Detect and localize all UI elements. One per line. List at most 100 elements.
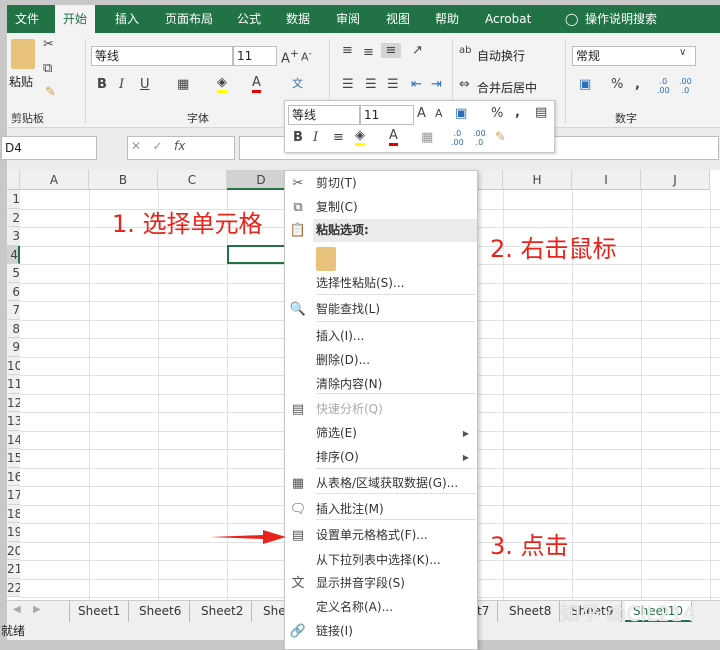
- borders-icon[interactable]: ▦: [177, 77, 189, 92]
- font-color-icon[interactable]: A: [389, 128, 398, 146]
- row-header[interactable]: 8: [7, 319, 20, 338]
- row-header[interactable]: 3: [7, 227, 20, 246]
- tab-help[interactable]: 帮助: [427, 5, 467, 33]
- column-header[interactable]: H: [503, 170, 572, 190]
- row-header[interactable]: 12: [7, 393, 20, 412]
- accounting-icon[interactable]: ▣: [455, 106, 467, 121]
- column-header[interactable]: B: [89, 170, 158, 190]
- mini-font-select[interactable]: 等线: [288, 105, 360, 125]
- row-header[interactable]: 16: [7, 467, 20, 486]
- menu-item-text[interactable]: 筛选(E) ▶: [285, 422, 477, 445]
- tab-acrobat[interactable]: Acrobat: [477, 5, 539, 33]
- increase-font-icon[interactable]: A+: [281, 47, 299, 66]
- tab-page-layout[interactable]: 页面布局: [157, 5, 221, 33]
- column-header[interactable]: I: [572, 170, 641, 190]
- tell-me-search[interactable]: 操作说明搜索: [577, 5, 665, 33]
- orientation-icon[interactable]: ↗: [412, 43, 423, 58]
- align-bottom-icon[interactable]: ≡: [381, 43, 401, 58]
- increase-font-icon[interactable]: A: [417, 106, 426, 121]
- menu-item-quick-analysis[interactable]: ▤ 快速分析(Q): [285, 398, 477, 421]
- row-header[interactable]: 22: [7, 578, 20, 597]
- underline-icon[interactable]: U: [140, 77, 150, 92]
- select-all[interactable]: [7, 170, 20, 190]
- row-header[interactable]: 9: [7, 338, 20, 357]
- wrap-text-button[interactable]: 自动换行: [477, 47, 525, 64]
- cut-icon[interactable]: ✂: [43, 37, 54, 52]
- name-box[interactable]: D4: [1, 136, 97, 160]
- tab-insert[interactable]: 插入: [107, 5, 147, 33]
- decrease-decimal-icon[interactable]: .00.0: [473, 129, 486, 147]
- menu-item-copy[interactable]: ⧉ 复制(C): [285, 196, 477, 219]
- paste-values-icon[interactable]: [316, 247, 336, 271]
- row-header[interactable]: 5: [7, 264, 20, 283]
- paste-icon[interactable]: [11, 39, 35, 69]
- column-header[interactable]: A: [20, 170, 89, 190]
- menu-item-smart-lookup[interactable]: 🔍 智能查找(L): [285, 298, 477, 321]
- number-format-select[interactable]: 常规: [572, 46, 696, 66]
- percent-icon[interactable]: %: [611, 77, 623, 92]
- tab-view[interactable]: 视图: [378, 5, 418, 33]
- row-header[interactable]: 19: [7, 523, 20, 542]
- increase-decimal-icon[interactable]: .0.00: [451, 129, 464, 147]
- sheet-tab[interactable]: Sheet6: [131, 601, 191, 622]
- copy-icon[interactable]: ⧉: [43, 61, 52, 76]
- menu-item-phonetic[interactable]: 文显示拼音字段(S): [285, 572, 477, 595]
- row-header[interactable]: 14: [7, 430, 20, 449]
- accounting-icon[interactable]: ▣: [579, 77, 591, 92]
- bold-icon[interactable]: B: [97, 77, 107, 92]
- menu-item-text[interactable]: 删除(D)...: [285, 349, 477, 372]
- tab-data[interactable]: 数据: [278, 5, 318, 33]
- menu-item-text[interactable]: 清除内容(N): [285, 373, 477, 396]
- enter-icon[interactable]: ✓: [153, 139, 163, 153]
- row-header[interactable]: 11: [7, 375, 20, 394]
- menu-item-format-cells[interactable]: ▤ 设置单元格格式(F)...: [285, 524, 477, 547]
- sheet-tab[interactable]: Sheet2: [193, 601, 253, 622]
- row-header[interactable]: 17: [7, 486, 20, 505]
- menu-item-text[interactable]: 排序(O) ▶: [285, 446, 477, 469]
- phonetic-icon[interactable]: 文: [292, 75, 303, 91]
- fx-icon[interactable]: fx: [174, 139, 185, 153]
- row-header[interactable]: 6: [7, 282, 20, 301]
- comma-icon[interactable]: ,: [635, 77, 640, 92]
- row-header[interactable]: 15: [7, 449, 20, 468]
- font-size-select[interactable]: 11: [233, 46, 277, 66]
- cancel-icon[interactable]: ✕: [131, 139, 141, 153]
- sheet-tab[interactable]: Sheet8: [501, 601, 561, 622]
- increase-indent-icon[interactable]: ⇥: [431, 77, 442, 92]
- format-painter-icon[interactable]: ✎: [45, 85, 56, 100]
- row-header[interactable]: 7: [7, 301, 20, 320]
- menu-item-text[interactable]: 定义名称(A)...: [285, 596, 477, 619]
- menu-item-text[interactable]: 插入(I)...: [285, 325, 477, 348]
- align-left-icon[interactable]: ☰: [342, 77, 354, 92]
- center-icon[interactable]: ≡: [333, 130, 344, 145]
- fill-color-icon[interactable]: ◈: [355, 128, 365, 146]
- tab-home[interactable]: 开始: [55, 5, 96, 33]
- italic-icon[interactable]: I: [313, 130, 318, 145]
- tab-formulas[interactable]: 公式: [229, 5, 269, 33]
- menu-item-table[interactable]: ▦ 从表格/区域获取数据(G)...: [285, 472, 477, 495]
- merge-center-button[interactable]: 合并后居中: [477, 79, 537, 96]
- column-header[interactable]: J: [641, 170, 710, 190]
- row-header[interactable]: 4: [7, 245, 20, 264]
- row-header[interactable]: 1: [7, 190, 20, 209]
- borders-icon[interactable]: ▦: [421, 130, 433, 145]
- menu-item-scissors[interactable]: ✂ 剪切(T): [285, 172, 477, 195]
- menu-item-paste-big[interactable]: [285, 242, 477, 272]
- row-header[interactable]: 2: [7, 208, 20, 227]
- font-color-icon[interactable]: A: [252, 75, 261, 93]
- sheet-tab[interactable]: Sheet1: [69, 601, 130, 622]
- row-header[interactable]: 13: [7, 412, 20, 431]
- menu-item-link[interactable]: 🔗 链接(I): [285, 620, 477, 643]
- decrease-font-icon[interactable]: A-: [301, 48, 312, 64]
- italic-icon[interactable]: I: [119, 77, 124, 92]
- scroll-right-icon[interactable]: ▶: [33, 604, 41, 615]
- increase-decimal-icon[interactable]: .0.00: [657, 77, 670, 95]
- format-painter-icon[interactable]: ✎: [495, 130, 506, 145]
- menu-item-text[interactable]: 从下拉列表中选择(K)...: [285, 549, 477, 572]
- font-name-select[interactable]: 等线: [91, 46, 233, 66]
- align-middle-icon[interactable]: ≡: [363, 45, 374, 60]
- comma-icon[interactable]: ,: [515, 105, 520, 120]
- bold-icon[interactable]: B: [293, 130, 303, 145]
- tab-review[interactable]: 审阅: [328, 5, 368, 33]
- decrease-font-icon[interactable]: A: [435, 107, 443, 120]
